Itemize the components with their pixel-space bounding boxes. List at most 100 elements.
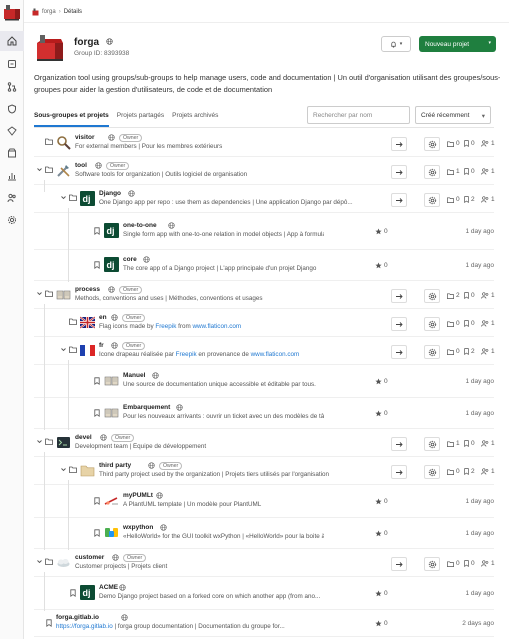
project-name-link[interactable]: myPUMLt [123,492,153,499]
description: Une source de documentation unique acces… [123,381,316,388]
link[interactable]: Freepik [155,323,176,330]
public-visibility-globe-icon [176,404,183,411]
chevron-down-icon[interactable] [36,290,43,297]
breadcrumb-root-link[interactable]: forga [42,9,56,15]
group-logo-icon[interactable] [3,3,21,21]
project-name-link[interactable]: core [123,256,137,263]
svg-text:dj: dj [107,260,115,270]
group-settings-button[interactable] [424,193,440,207]
home-icon[interactable] [0,31,24,51]
subgroup-row[interactable]: fr Owner Icone drapeau réalisée par Freepi… [34,338,495,365]
sort-dropdown[interactable]: Créé récemment ▾ [415,106,491,124]
leave-group-button[interactable] [391,465,407,479]
project-row[interactable]: dj ACME Demo Django project based on a for… [34,578,494,610]
projects-count: 0 [464,440,475,447]
chevron-down-icon[interactable] [36,558,43,565]
subgroup-row[interactable]: en Owner Flag icons made by Freepik from w… [34,310,495,337]
notification-settings-button[interactable]: ▾ [381,36,411,52]
group-settings-button[interactable] [424,345,440,359]
project-name-link[interactable]: one-to-one [123,222,157,229]
folder-icon [447,468,454,475]
subgroup-row[interactable]: devel Owner Development team | Équipe de d… [34,430,495,457]
subgroup-name-link[interactable]: third party [99,462,131,469]
project-name-link[interactable]: ACME [99,584,118,591]
project-name-link[interactable]: wxpython [123,524,153,531]
group-settings-button[interactable] [424,137,440,151]
link[interactable]: www.flaticon.com [251,351,300,358]
leave-group-button[interactable] [391,137,407,151]
project-row[interactable]: Manuel Une source de documentation unique… [34,366,494,398]
subgroup-name-link[interactable]: Django [99,190,121,197]
svg-text:dj: dj [83,588,91,598]
bookmark-icon [94,227,100,235]
folder-icon [69,194,77,201]
subgroup-name-link[interactable]: process [75,286,100,293]
public-visibility-globe-icon [106,38,113,45]
search-input[interactable]: Rechercher par nom [307,106,410,124]
public-visibility-globe-icon [112,554,119,561]
project-row[interactable]: Embarquement Pour les nouveaux arrivants … [34,399,494,429]
chevron-down-icon[interactable]: ▾ [488,40,491,46]
tab-subgroups-and-projects[interactable]: Sous-groupes et projets [34,108,109,127]
project-name-link[interactable]: Embarquement [123,404,170,411]
packages-icon[interactable] [0,143,24,163]
subgroup-row[interactable]: tool Owner Software tools for organization… [34,158,495,185]
leave-group-button[interactable] [391,437,407,451]
tab-archived-projects[interactable]: Projets archivés [172,108,218,127]
link[interactable]: Freepik [176,351,197,358]
chevron-down-icon[interactable] [60,346,67,353]
bookmark-icon [464,440,469,447]
avatar: dj [104,257,119,272]
settings-gear-icon[interactable] [0,210,24,230]
link[interactable]: https://forga.gitlab.io [56,623,113,630]
tab-shared-projects[interactable]: Projets partagés [117,108,164,127]
leave-group-button[interactable] [391,317,407,331]
group-settings-button[interactable] [424,437,440,451]
chevron-down-icon[interactable] [36,166,43,173]
project-row[interactable]: forga.gitlab.io https://forga.gitlab.io |… [34,611,494,637]
issues-icon[interactable] [0,54,24,74]
leave-group-button[interactable] [391,165,407,179]
chevron-down-icon[interactable] [60,194,67,201]
subgroup-row[interactable]: dj Django One Django app per repo : use th… [34,186,495,213]
public-visibility-globe-icon [128,190,135,197]
new-project-button[interactable]: Nouveau projet ▾ [419,36,496,52]
project-row[interactable]: wxpython «HelloWorld» for the GUI toolkit… [34,519,494,549]
leave-group-button[interactable] [391,289,407,303]
group-settings-button[interactable] [424,557,440,571]
analytics-icon[interactable] [0,166,24,186]
project-name-link[interactable]: Manuel [123,372,145,379]
subgroup-name-link[interactable]: customer [75,554,104,561]
leave-group-button[interactable] [391,345,407,359]
project-row[interactable]: dj one-to-one Single form app with one-to-… [34,214,494,250]
subgroup-row[interactable]: process Owner Methods, conventions and use… [34,282,495,309]
project-name-link[interactable]: forga.gitlab.io [56,614,99,621]
gear-icon [428,140,437,149]
projects-count-value: 0 [471,140,475,147]
security-icon[interactable] [0,99,24,119]
subgroup-name-link[interactable]: visitor [75,134,95,141]
leave-group-button[interactable] [391,193,407,207]
subgroup-name-link[interactable]: fr [99,342,104,349]
subgroup-name-link[interactable]: devel [75,434,92,441]
link[interactable]: www.flaticon.com [192,323,241,330]
chevron-down-icon[interactable] [36,438,43,445]
project-row[interactable]: dj core The core app of a Django project |… [34,251,494,281]
subgroup-row[interactable]: visitor Owner For external members | Pour … [34,130,495,157]
chevron-down-icon[interactable] [60,466,67,473]
subgroup-row[interactable]: customer Owner Customer projects | Projets… [34,550,495,577]
group-settings-button[interactable] [424,317,440,331]
group-settings-button[interactable] [424,165,440,179]
project-row[interactable]: myPUMLt A PlantUML template | Un modèle p… [34,486,494,518]
subgroup-name-link[interactable]: tool [75,162,87,169]
deploy-icon[interactable] [0,121,24,141]
group-settings-button[interactable] [424,289,440,303]
members-icon[interactable] [0,188,24,208]
star-icon [375,530,382,537]
subgroup-row[interactable]: third party Owner Third party project used… [34,458,495,485]
tree-guide-line [68,208,69,282]
group-settings-button[interactable] [424,465,440,479]
merge-requests-icon[interactable] [0,77,24,97]
subgroup-name-link[interactable]: en [99,314,107,321]
leave-group-button[interactable] [391,557,407,571]
